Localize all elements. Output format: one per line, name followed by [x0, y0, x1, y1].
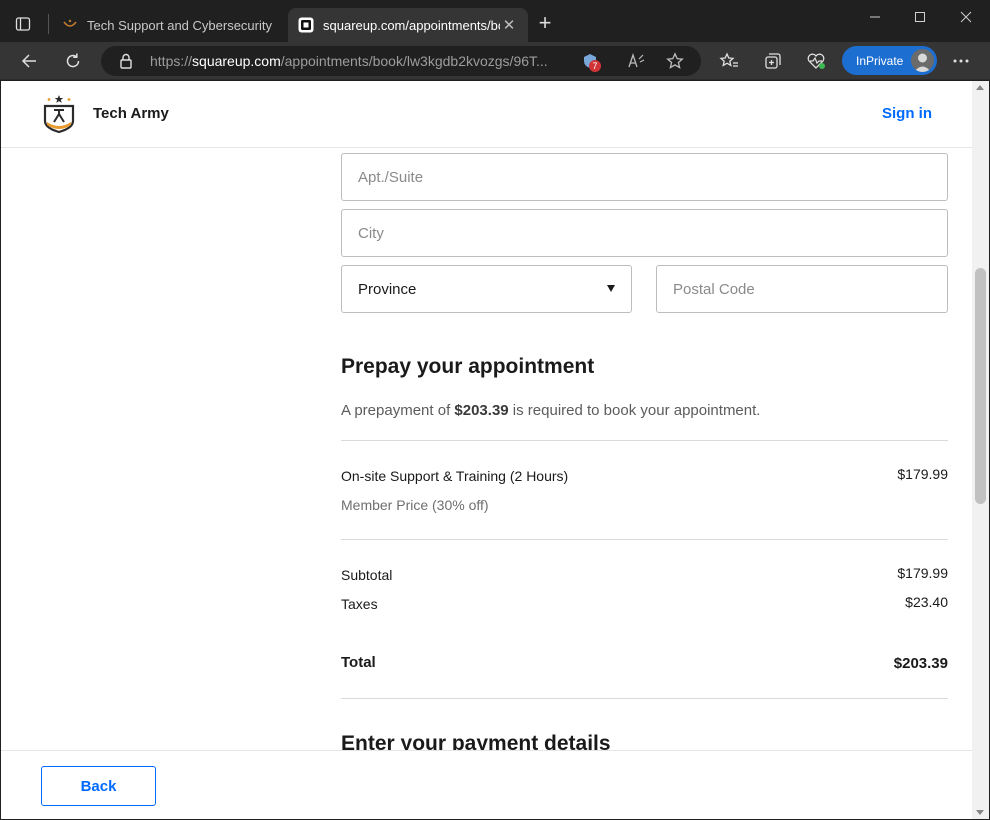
postal-code-field[interactable]: Postal Code	[656, 265, 948, 313]
divider	[341, 539, 948, 540]
tab-title: squareup.com/appointments/book/	[323, 17, 500, 33]
url-path: /appointments/book/lw3kgdb2kvozgs/96T...	[280, 53, 548, 69]
scroll-thumb[interactable]	[975, 268, 986, 504]
address-bar[interactable]: https://squareup.com/appointments/book/l…	[101, 46, 701, 76]
prepay-heading: Prepay your appointment	[341, 355, 595, 378]
tech-army-logo-icon[interactable]	[43, 95, 75, 134]
tab-actions-icon[interactable]	[12, 13, 34, 35]
close-tab-icon[interactable]: ✕	[500, 16, 518, 34]
taxes-label: Taxes	[341, 596, 378, 612]
read-aloud-icon[interactable]	[625, 51, 647, 71]
item-price: $179.99	[897, 466, 948, 482]
collections-icon[interactable]	[760, 49, 786, 73]
page-footer: Back	[1, 750, 972, 819]
refresh-icon[interactable]	[60, 49, 86, 73]
prepay-note-suffix: is required to book your appointment.	[508, 402, 761, 419]
item-name: On-site Support & Training (2 Hours)	[341, 468, 569, 484]
url-text[interactable]: https://squareup.com/appointments/book/l…	[150, 53, 575, 69]
apt-suite-field[interactable]: Apt./Suite	[341, 153, 948, 201]
back-arrow-icon[interactable]	[16, 49, 42, 73]
subtotal-amount: $179.99	[897, 565, 948, 581]
close-window-icon[interactable]	[954, 10, 978, 32]
browser-essentials-icon[interactable]	[803, 49, 829, 73]
browser-tab-bar: Tech Support and Cybersecurity squareup.…	[0, 0, 990, 42]
site-header: Tech Army Sign in	[1, 81, 972, 148]
item-member-price: Member Price (30% off)	[341, 497, 489, 513]
apt-suite-placeholder: Apt./Suite	[358, 169, 424, 186]
divider	[341, 440, 948, 441]
maximize-icon[interactable]	[908, 10, 932, 32]
province-select[interactable]: Province	[341, 265, 632, 313]
new-tab-icon[interactable]: +	[534, 12, 556, 35]
url-domain: squareup.com	[192, 53, 281, 69]
prepay-note-amount: $203.39	[454, 402, 509, 419]
tracking-count-badge: 7	[589, 60, 601, 72]
city-field[interactable]: City	[341, 209, 948, 257]
browser-toolbar: https://squareup.com/appointments/book/l…	[0, 42, 990, 80]
square-favicon-icon	[298, 17, 314, 33]
back-button[interactable]: Back	[41, 766, 156, 806]
minimize-icon[interactable]	[863, 10, 887, 32]
brand-name: Tech Army	[93, 105, 169, 122]
vertical-scrollbar[interactable]	[972, 81, 989, 819]
scroll-down-icon[interactable]	[976, 810, 984, 815]
tech-army-favicon-icon	[62, 17, 78, 33]
divider	[341, 698, 948, 699]
prepay-note: A prepayment of $203.39 is required to b…	[341, 402, 760, 419]
tracking-prevention-icon[interactable]: 7	[579, 51, 601, 72]
total-amount: $203.39	[893, 655, 948, 672]
inprivate-label: InPrivate	[856, 53, 904, 68]
prepay-note-prefix: A prepayment of	[341, 402, 455, 419]
tab-squareup[interactable]: squareup.com/appointments/book/ ✕	[288, 8, 528, 42]
city-placeholder: City	[358, 225, 384, 242]
favorites-icon[interactable]	[716, 49, 742, 73]
page-viewport: Tech Army Sign in Apt./Suite City Provin…	[1, 81, 989, 819]
province-value: Province	[358, 281, 417, 298]
url-prefix: https://	[150, 53, 193, 69]
tab-separator	[48, 14, 49, 34]
sign-in-link[interactable]: Sign in	[882, 105, 932, 122]
postal-code-placeholder: Postal Code	[673, 281, 755, 298]
caret-down-icon	[607, 285, 615, 292]
tab-tech-support[interactable]: Tech Support and Cybersecurity	[52, 8, 284, 42]
total-label: Total	[341, 654, 376, 671]
favorite-star-icon[interactable]	[664, 51, 686, 71]
tab-title: Tech Support and Cybersecurity	[87, 17, 272, 33]
lock-icon[interactable]	[119, 53, 133, 74]
subtotal-label: Subtotal	[341, 567, 393, 583]
more-menu-icon[interactable]	[948, 49, 974, 73]
taxes-amount: $23.40	[905, 594, 948, 610]
scroll-up-icon[interactable]	[976, 85, 984, 90]
profile-avatar	[911, 49, 934, 72]
inprivate-badge[interactable]: InPrivate	[842, 46, 937, 75]
